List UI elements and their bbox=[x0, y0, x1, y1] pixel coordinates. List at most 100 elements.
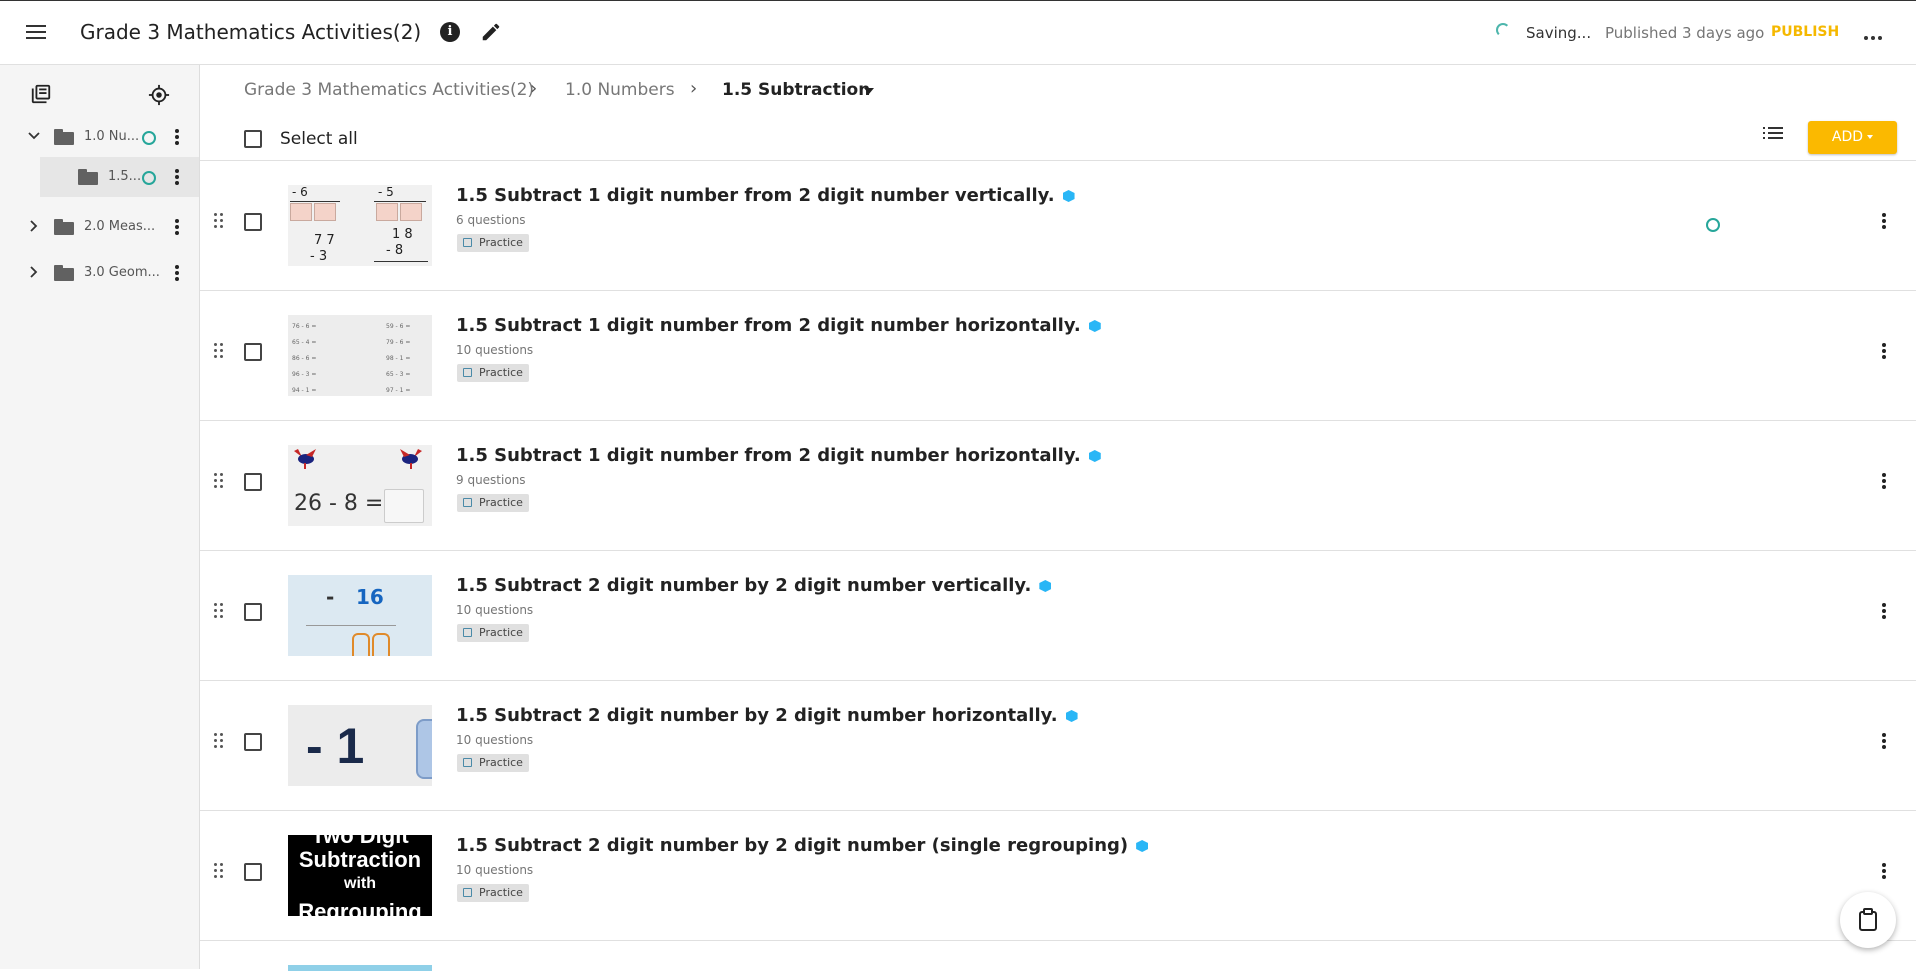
thumbnail: 26 - 8 = bbox=[288, 445, 432, 526]
practice-icon bbox=[463, 888, 472, 897]
select-all-checkbox[interactable] bbox=[244, 130, 262, 148]
row-checkbox[interactable] bbox=[244, 603, 262, 621]
more-vertical-icon[interactable] bbox=[1881, 471, 1887, 493]
list-item[interactable]: - 1 1.5 Subtract 2 digit number by 2 dig… bbox=[200, 680, 1916, 810]
question-count: 10 questions bbox=[456, 603, 534, 617]
drag-handle-icon[interactable] bbox=[214, 733, 226, 751]
thumb-text: 97 - 1 = bbox=[386, 387, 411, 394]
thumb-text: 65 - 3 = bbox=[386, 371, 411, 378]
edit-icon[interactable] bbox=[480, 21, 502, 43]
row-title[interactable]: 1.5 Subtract 1 digit number from 2 digit… bbox=[456, 315, 1101, 336]
chevron-right-icon[interactable] bbox=[28, 220, 40, 232]
badge-label: Practice bbox=[479, 366, 523, 379]
tree-item-numbers[interactable]: 1.0 Nu... bbox=[0, 117, 199, 157]
row-title[interactable]: 1.5 Subtract 2 digit number by 2 digit n… bbox=[456, 705, 1078, 726]
thumb-text: - 1 bbox=[306, 718, 365, 774]
breadcrumb-item[interactable]: Grade 3 Mathematics Activities(2) bbox=[244, 80, 534, 100]
chevron-right-icon: › bbox=[530, 78, 538, 99]
row-title[interactable]: 1.5 Subtract 1 digit number from 2 digit… bbox=[456, 185, 1075, 206]
more-vertical-icon[interactable] bbox=[1881, 731, 1887, 753]
tree-item-measurement[interactable]: 2.0 Meas... bbox=[0, 207, 199, 247]
caret-down-icon bbox=[1867, 135, 1874, 139]
thumb-text: 59 - 6 = bbox=[386, 323, 411, 330]
list-item[interactable]: 76 - 6 = 65 - 4 = 86 - 6 = 96 - 3 = 94 -… bbox=[200, 290, 1916, 420]
chevron-right-icon: › bbox=[690, 78, 698, 99]
row-title[interactable]: 1.5 Subtract 2 digit number by 2 digit n… bbox=[456, 575, 1052, 596]
practice-badge: Practice bbox=[457, 624, 529, 642]
chevron-right-icon[interactable] bbox=[28, 266, 40, 278]
more-vertical-icon[interactable] bbox=[1881, 861, 1887, 883]
clipboard-button[interactable] bbox=[1840, 892, 1896, 948]
row-title-text: 1.5 Subtract 2 digit number by 2 digit n… bbox=[456, 575, 1032, 596]
drag-handle-icon[interactable] bbox=[214, 343, 226, 361]
row-title-text: 1.5 Subtract 1 digit number from 2 digit… bbox=[456, 445, 1081, 466]
thumb-text: - 3 bbox=[310, 249, 328, 264]
list-item[interactable]: Two Digit Subtraction with Regrouping 1.… bbox=[200, 810, 1916, 940]
row-checkbox[interactable] bbox=[244, 213, 262, 231]
row-title[interactable]: 1.5 Subtract 1 digit number from 2 digit… bbox=[456, 445, 1101, 466]
saving-spinner-icon bbox=[1496, 23, 1510, 37]
badge-label: Practice bbox=[479, 496, 523, 509]
thumb-text: Subtraction bbox=[298, 847, 422, 872]
add-button-label: ADD bbox=[1831, 129, 1864, 145]
publish-button[interactable]: PUBLISH bbox=[1771, 24, 1839, 40]
caret-down-icon[interactable] bbox=[864, 88, 874, 94]
badge-label: Practice bbox=[479, 756, 523, 769]
tree-item-geometry[interactable]: 3.0 Geom... bbox=[0, 253, 199, 293]
question-count: 10 questions bbox=[456, 343, 534, 357]
practice-badge: Practice bbox=[457, 494, 529, 512]
more-vertical-icon[interactable] bbox=[174, 263, 180, 283]
row-checkbox[interactable] bbox=[244, 473, 262, 491]
drag-handle-icon[interactable] bbox=[214, 603, 226, 621]
thumb-text: - 8 bbox=[386, 243, 404, 258]
add-button[interactable]: ADD bbox=[1808, 121, 1897, 154]
list-item[interactable]: - 6 - 5 7 7 - 3 1 8 - 8 1.5 Subtract 1 d… bbox=[200, 160, 1916, 290]
list-view-icon[interactable] bbox=[1763, 124, 1783, 140]
info-icon[interactable]: i bbox=[440, 22, 460, 42]
thumbnail: - 16 bbox=[288, 575, 432, 656]
badge-label: Practice bbox=[479, 236, 523, 249]
locate-icon[interactable] bbox=[148, 84, 170, 106]
more-vertical-icon[interactable] bbox=[1881, 211, 1887, 233]
more-vertical-icon[interactable] bbox=[174, 127, 180, 147]
saving-status: Saving... bbox=[1526, 24, 1592, 42]
row-title-text: 1.5 Subtract 2 digit number by 2 digit n… bbox=[456, 705, 1058, 726]
thumb-text: 79 - 6 = bbox=[386, 339, 411, 346]
folder-icon bbox=[54, 219, 74, 235]
tree-item-label: 2.0 Meas... bbox=[84, 219, 156, 234]
row-checkbox[interactable] bbox=[244, 733, 262, 751]
practice-badge: Practice bbox=[457, 754, 529, 772]
tree-item-label: 1.0 Nu... bbox=[84, 129, 140, 144]
tree-item-subtraction[interactable]: 1.5... bbox=[40, 157, 199, 197]
chevron-down-icon[interactable] bbox=[28, 130, 40, 142]
thumbnail: - 1 bbox=[288, 705, 432, 786]
breadcrumb-item[interactable]: 1.0 Numbers bbox=[565, 80, 675, 100]
thumbnail bbox=[288, 965, 432, 971]
row-checkbox[interactable] bbox=[244, 863, 262, 881]
menu-icon[interactable] bbox=[22, 21, 50, 45]
more-vertical-icon[interactable] bbox=[174, 217, 180, 237]
more-horizontal-icon[interactable] bbox=[1862, 25, 1886, 41]
more-vertical-icon[interactable] bbox=[174, 167, 180, 187]
folder-icon bbox=[54, 265, 74, 281]
thumbnail: - 6 - 5 7 7 - 3 1 8 - 8 bbox=[288, 185, 432, 266]
copy-icon[interactable] bbox=[30, 83, 52, 105]
tree-item-label: 1.5... bbox=[108, 169, 142, 184]
thumb-text: Regrouping bbox=[298, 899, 422, 916]
row-checkbox[interactable] bbox=[244, 343, 262, 361]
cube-icon bbox=[1088, 450, 1101, 462]
row-title[interactable]: 1.5 Subtract 2 digit number by 2 digit n… bbox=[456, 835, 1149, 856]
bird-icon bbox=[294, 449, 316, 469]
row-title-text: 1.5 Subtract 1 digit number from 2 digit… bbox=[456, 315, 1081, 336]
list-item[interactable] bbox=[200, 940, 1916, 971]
question-count: 10 questions bbox=[456, 733, 534, 747]
drag-handle-icon[interactable] bbox=[214, 473, 226, 491]
question-count: 6 questions bbox=[456, 213, 526, 227]
select-all-label: Select all bbox=[280, 129, 358, 149]
more-vertical-icon[interactable] bbox=[1881, 341, 1887, 363]
list-item[interactable]: 26 - 8 = 1.5 Subtract 1 digit number fro… bbox=[200, 420, 1916, 550]
more-vertical-icon[interactable] bbox=[1881, 601, 1887, 623]
drag-handle-icon[interactable] bbox=[214, 863, 226, 881]
drag-handle-icon[interactable] bbox=[214, 213, 226, 231]
list-item[interactable]: - 16 1.5 Subtract 2 digit number by 2 di… bbox=[200, 550, 1916, 680]
